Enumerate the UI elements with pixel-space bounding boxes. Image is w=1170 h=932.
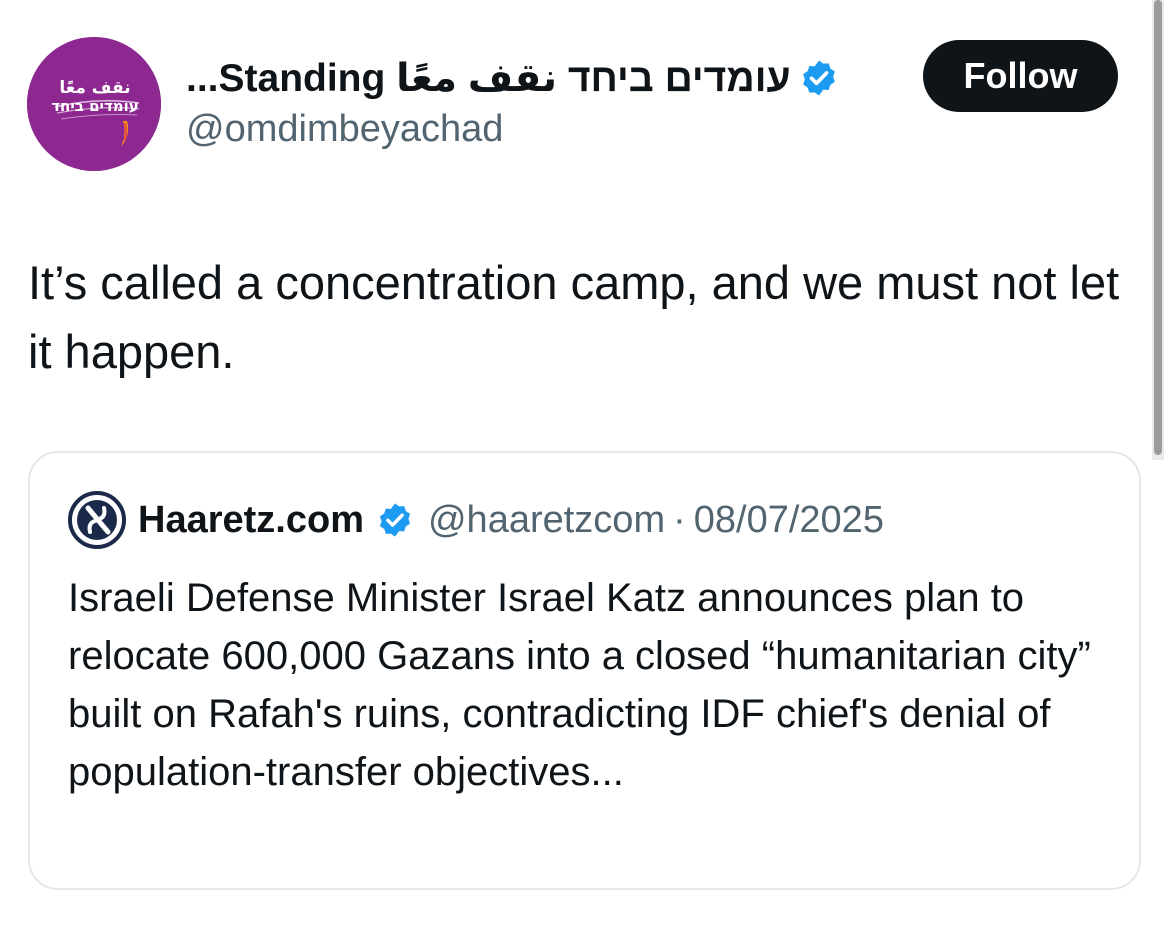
tweet-text: It’s called a concentration camp, and we…	[28, 256, 1120, 378]
author-name-row: עומדים ביחד نقف معًا Standing...	[186, 52, 839, 104]
quoted-separator: ·	[673, 498, 686, 541]
verified-badge-icon	[802, 60, 835, 96]
follow-button[interactable]: Follow	[923, 40, 1118, 112]
scrollbar-thumb[interactable]	[1154, 0, 1162, 455]
quoted-tweet-text: Israeli Defense Minister Israel Katz ann…	[68, 576, 1091, 794]
quoted-display-name[interactable]: Haaretz.com	[138, 499, 364, 542]
quoted-tweet-card[interactable]: Haaretz.com @haaretzcom · 08/07/2025 Isr…	[28, 451, 1141, 890]
haaretz-logo-icon	[68, 491, 126, 549]
author-handle[interactable]: @omdimbeyachad	[186, 108, 503, 151]
scrollbar[interactable]	[1152, 0, 1164, 460]
quoted-tweet-header: Haaretz.com @haaretzcom · 08/07/2025	[68, 491, 884, 549]
avatar-text-hebrew: עומדים ביחד	[51, 97, 139, 115]
avatar-text-arabic: نقف معًا	[59, 78, 130, 98]
quoted-date[interactable]: 08/07/2025	[694, 499, 884, 542]
author-avatar[interactable]: نقف معًا עומדים ביחד	[27, 37, 161, 171]
author-display-name[interactable]: עומדים ביחד نقف معًا Standing...	[186, 56, 791, 101]
quoted-handle[interactable]: @haaretzcom	[428, 499, 665, 542]
avatar-logo-icon: نقف معًا עומדים ביחד	[27, 37, 161, 171]
verified-badge-icon	[379, 503, 411, 537]
